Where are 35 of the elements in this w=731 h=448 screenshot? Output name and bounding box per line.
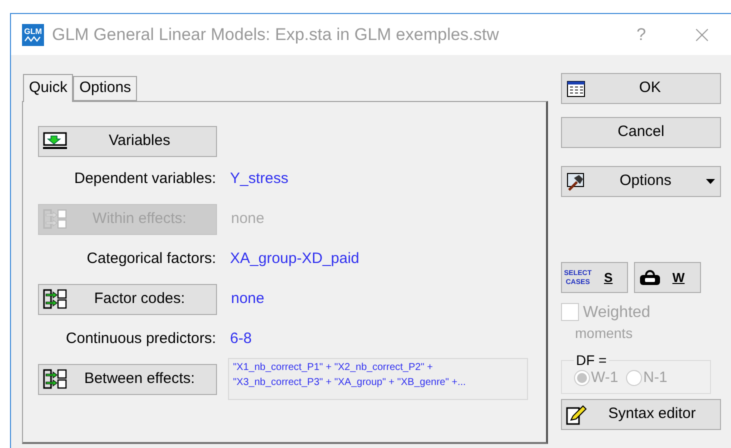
checkbox-label: Weighted — [583, 303, 650, 323]
field-value: none — [231, 208, 264, 229]
effects-button[interactable]: Factor codes: — [38, 284, 217, 314]
group-legend: DF = — [574, 353, 609, 367]
dropdown-caret-icon — [706, 179, 715, 184]
effects-text-box[interactable]: "X1_nb_correct_P1" + "X2_nb_correct_P2" + "X3_nb_correct_P3" + "XA_group" + "XB_genre" +... — [228, 358, 528, 400]
grid-arrows-icon — [43, 369, 67, 389]
checkbox-label: moments — [575, 324, 634, 343]
radio-label: N-1 — [643, 368, 668, 388]
field-value: 6-8 — [230, 328, 252, 349]
weight-icon — [639, 270, 661, 286]
tab[interactable]: Quick — [23, 74, 74, 102]
field-value: XA_group-XD_paid — [230, 248, 360, 269]
app-logo-icon: GLM — [22, 24, 44, 46]
grid-arrows-icon — [43, 289, 67, 309]
table-icon — [567, 80, 585, 96]
variables-button[interactable]: Variables — [38, 126, 217, 156]
syntax-editor-button[interactable]: Syntax editor — [561, 399, 721, 430]
monitor-arrow-icon — [43, 132, 67, 150]
radio-label: W-1 — [591, 368, 618, 388]
weight-button[interactable]: W — [634, 262, 701, 293]
ok-button[interactable]: OK — [561, 73, 721, 104]
field-value: none — [231, 288, 264, 309]
hammer-icon — [567, 172, 585, 190]
field-label: Continuous predictors: — [64, 328, 216, 349]
effects-button[interactable]: Between effects: — [38, 364, 217, 394]
pencil-page-icon — [566, 404, 588, 424]
field-label: Categorical factors: — [86, 248, 216, 269]
cancel-button[interactable]: Cancel — [561, 117, 721, 148]
grid-arrows-icon — [43, 209, 67, 229]
field-label: Dependent variables: — [73, 168, 216, 189]
options-button[interactable]: Options — [561, 166, 721, 197]
window-title: GLM General Linear Models: Exp.sta in GLM exemples.stw — [52, 24, 499, 46]
tab[interactable]: Options — [73, 76, 138, 101]
field-value: Y_stress — [230, 168, 288, 189]
